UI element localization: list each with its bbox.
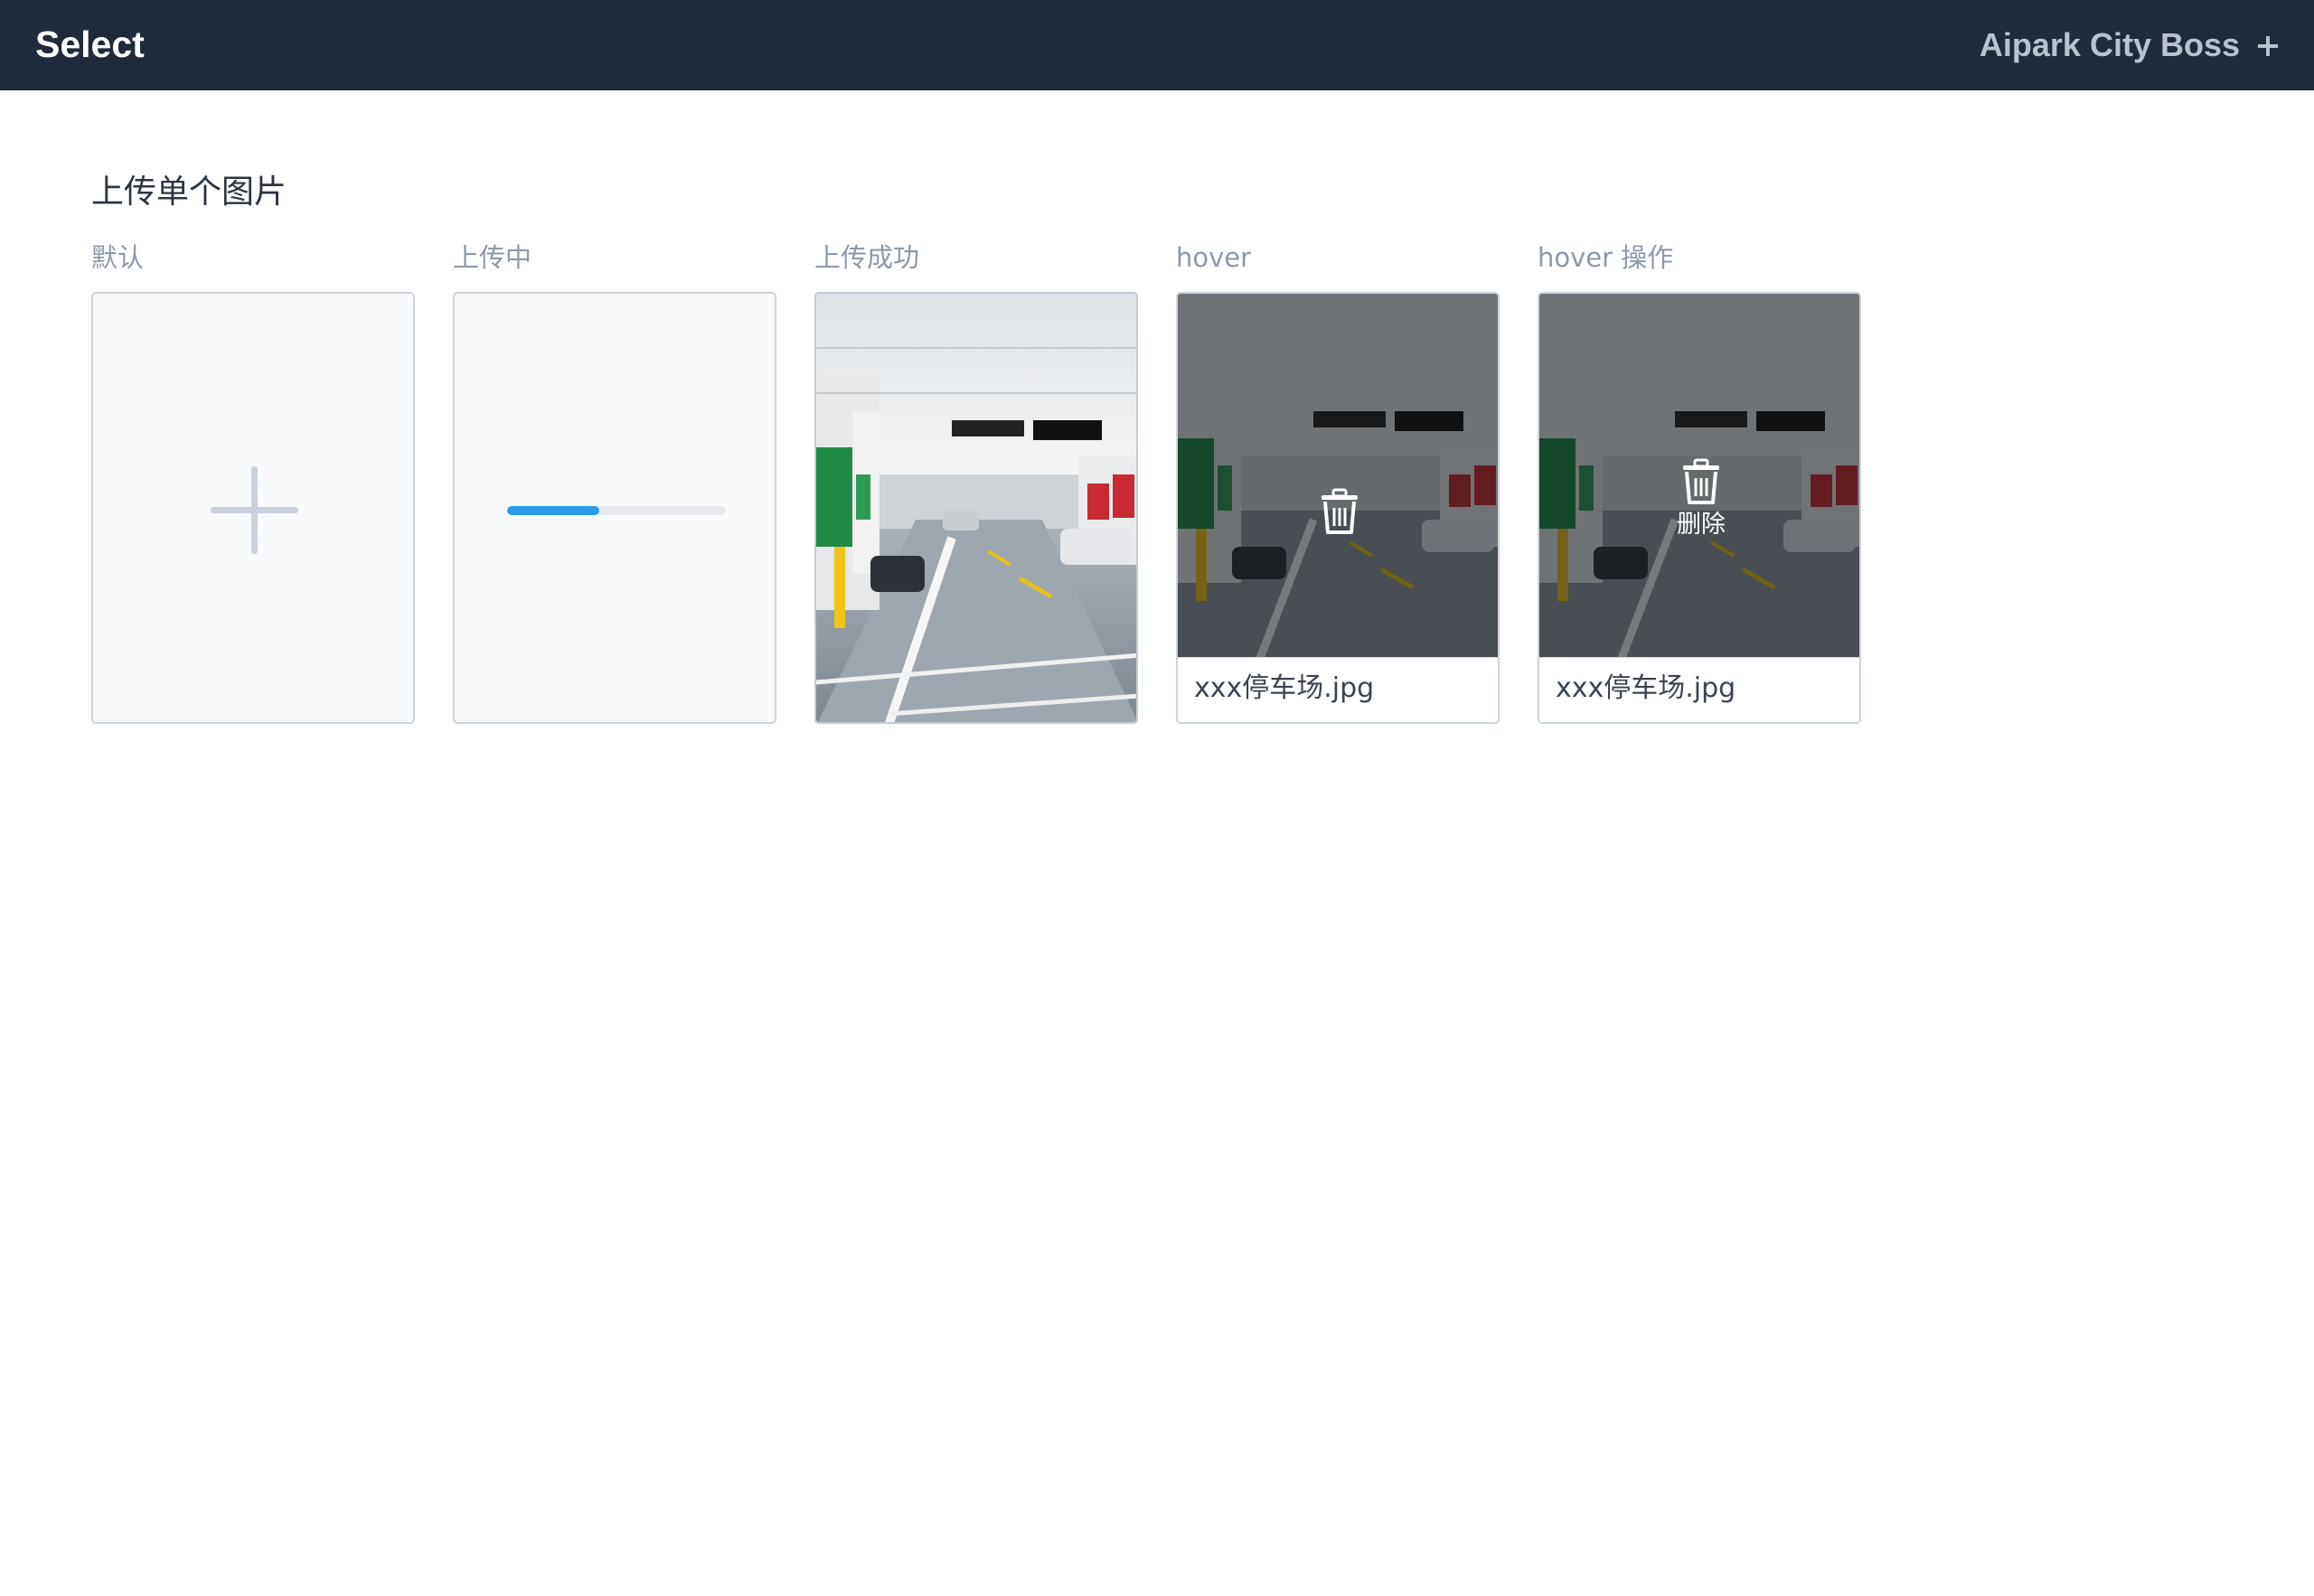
delete-button-label[interactable]: 删除 xyxy=(1647,509,1755,541)
upload-box-uploading xyxy=(453,292,776,724)
file-name: xxx停车场.jpg xyxy=(1194,672,1375,704)
parking-garage-image xyxy=(816,294,1136,722)
file-name: xxx停车场.jpg xyxy=(1556,672,1736,704)
column-label-default: 默认 xyxy=(91,242,145,273)
add-icon xyxy=(211,466,298,554)
image-card-hover[interactable]: xxx停车场.jpg xyxy=(1176,292,1500,724)
column-label-uploading: 上传中 xyxy=(453,242,532,273)
trash-icon[interactable] xyxy=(1681,458,1721,505)
parking-garage-image xyxy=(1178,294,1498,661)
filename-bar: xxx停车场.jpg xyxy=(1539,657,1859,722)
upload-box-default[interactable] xyxy=(91,292,415,724)
plus-icon[interactable] xyxy=(2258,36,2278,56)
upload-progress-bar xyxy=(507,506,726,515)
top-bar: Select Aipark City Boss xyxy=(0,0,2314,90)
column-label-hover: hover xyxy=(1176,242,1252,273)
upload-progress-fill xyxy=(507,506,599,515)
filename-bar: xxx停车场.jpg xyxy=(1178,657,1498,722)
column-label-uploaded: 上传成功 xyxy=(814,242,920,273)
app-title: Select xyxy=(35,23,145,65)
uploaded-image-card[interactable] xyxy=(814,292,1138,724)
section-title: 上传单个图片 xyxy=(91,174,287,211)
org-name-label[interactable]: Aipark City Boss xyxy=(1980,23,2240,67)
trash-icon[interactable] xyxy=(1320,488,1359,535)
hover-overlay xyxy=(1178,294,1498,661)
parking-garage-image: 删除 xyxy=(1539,294,1859,661)
image-card-hover-action[interactable]: 删除 xxx停车场.jpg xyxy=(1538,292,1861,724)
column-label-hover-action: hover 操作 xyxy=(1538,242,1674,273)
